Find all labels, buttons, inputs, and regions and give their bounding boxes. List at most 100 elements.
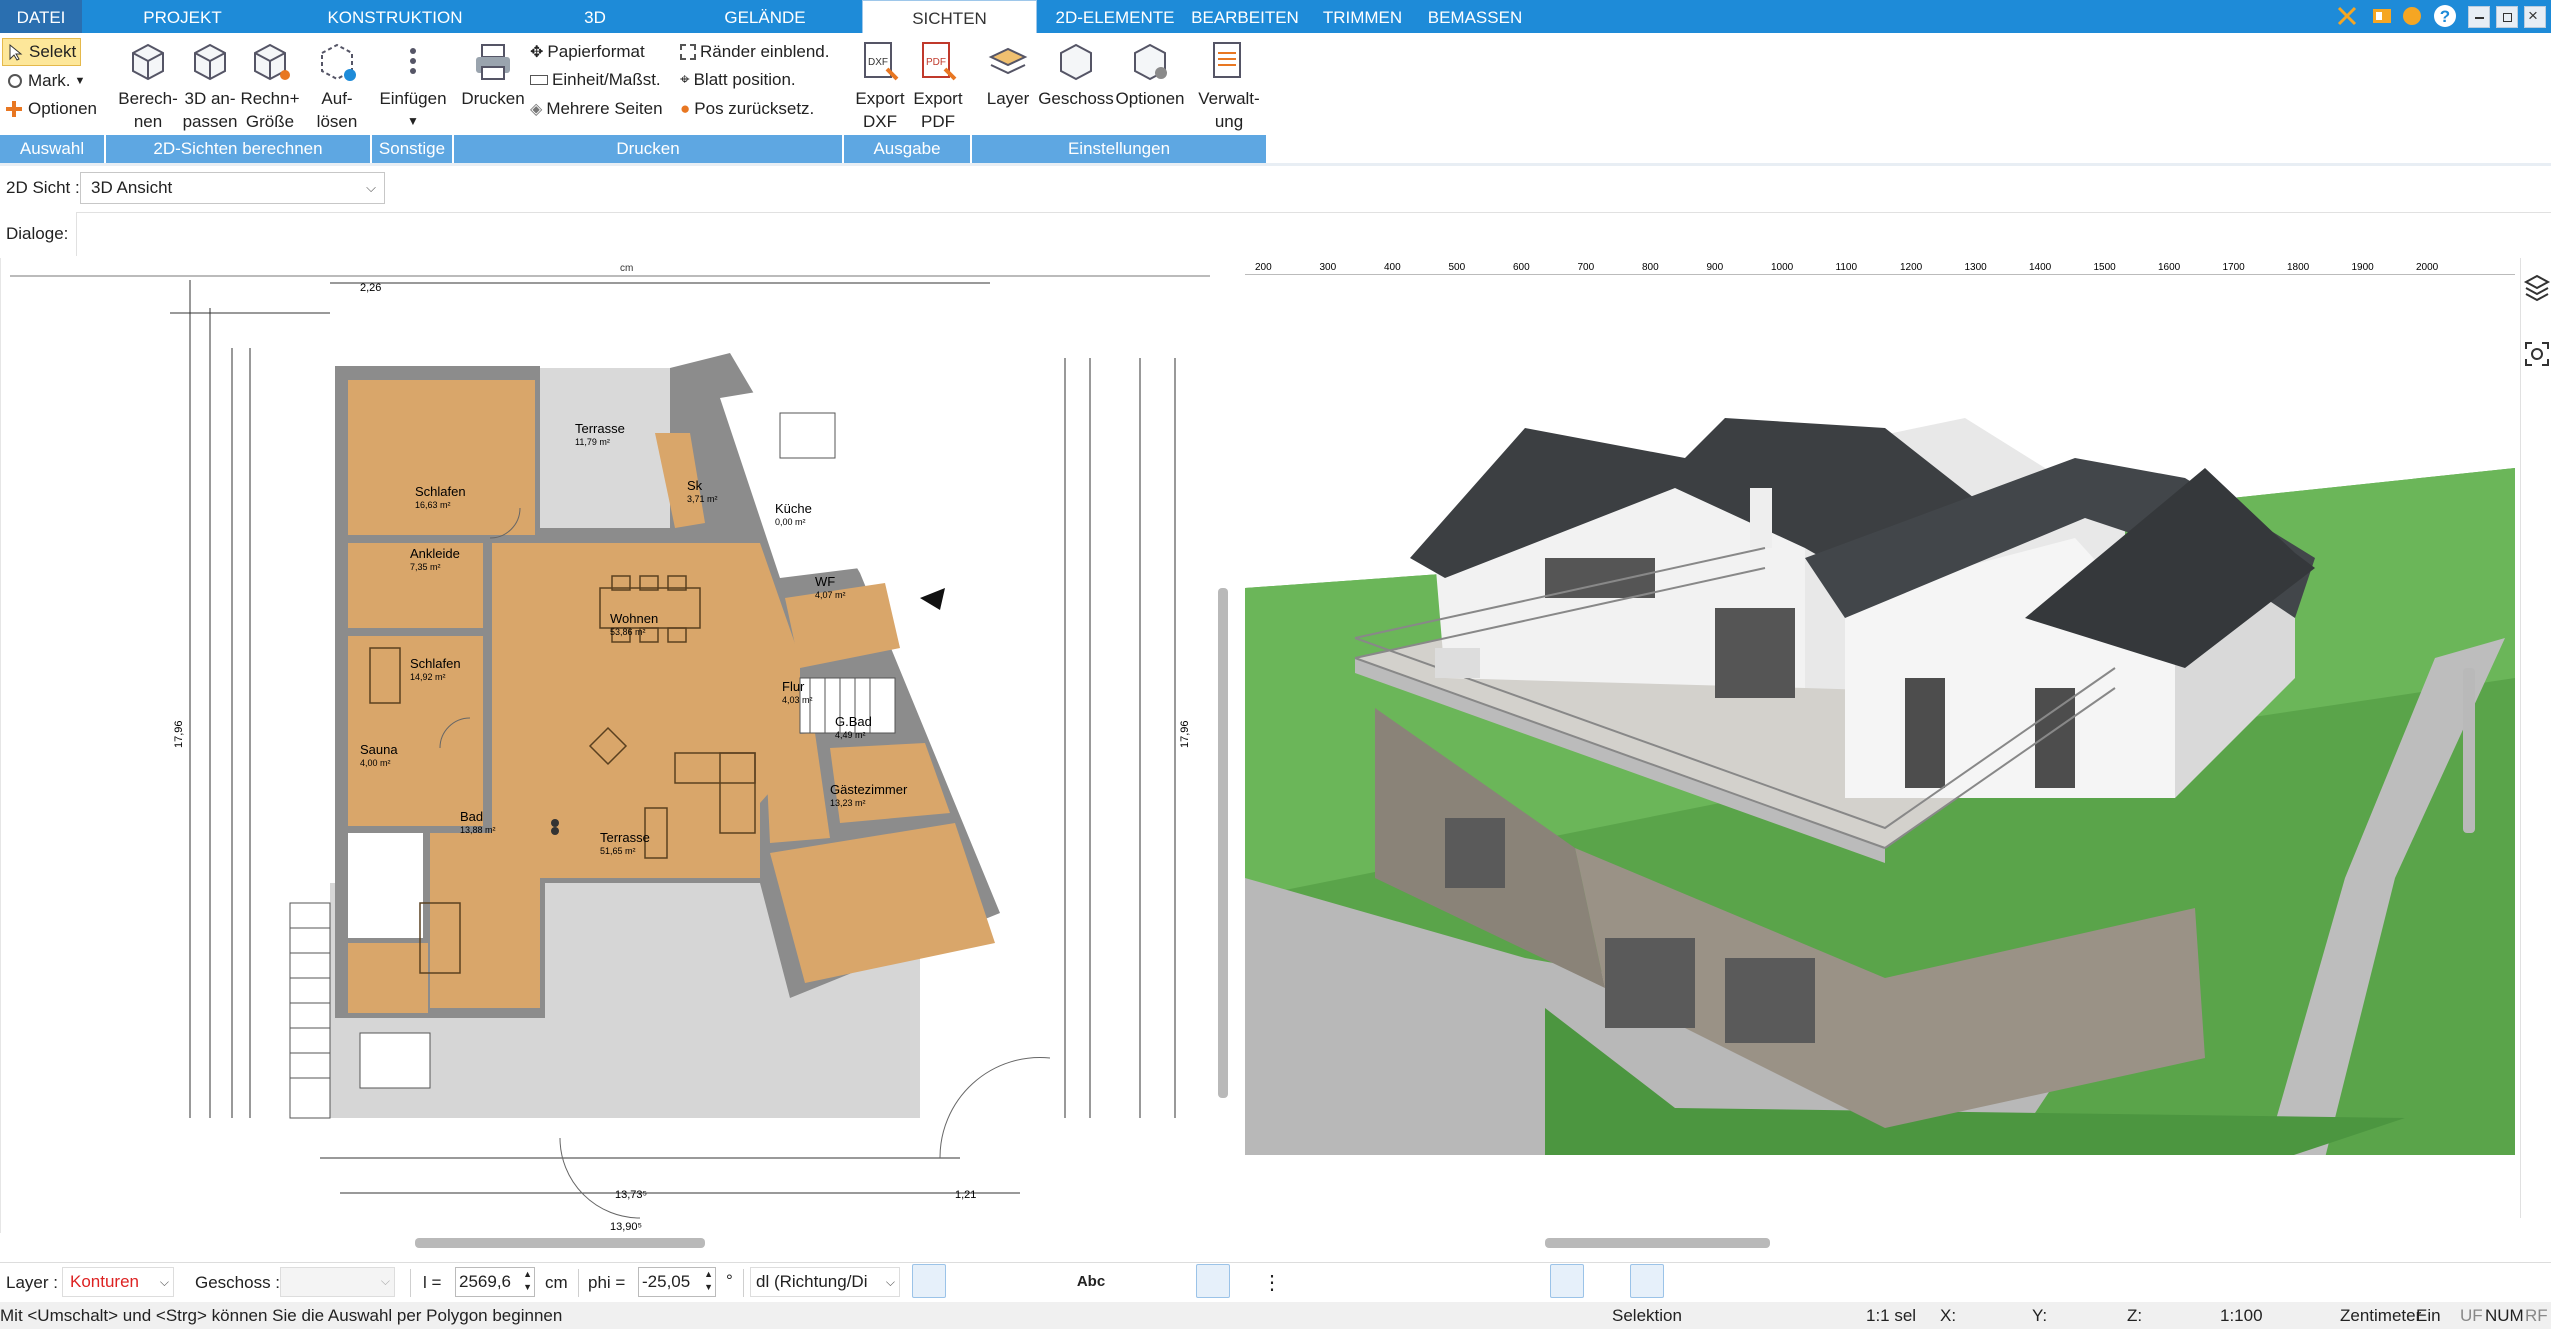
hatch-icon[interactable] [912,1264,946,1298]
group-sonstige: Sonstige [372,135,454,163]
tab-projekt[interactable]: PROJEKT [120,0,245,33]
dim-right-total: 17,96 [1179,720,1191,748]
blatt-position-button[interactable]: ⌖ Blatt position. [680,66,796,94]
view-front-icon[interactable] [1550,1264,1584,1298]
tab-2d-elemente[interactable]: 2D-ELEMENTE [1050,0,1180,33]
aufloesen-label-1: Auf- [321,89,353,108]
view-side-icon[interactable] [1590,1264,1624,1298]
paint-icon[interactable] [2400,4,2424,28]
berechnen-button[interactable]: Berech- nen [112,33,184,133]
export-pdf-button[interactable]: PDF Export PDF [910,33,966,133]
berechnen-label-2: nen [133,112,163,131]
minimize-button[interactable] [2468,6,2490,28]
plan-vscroll-thumb[interactable] [1218,588,1228,1098]
layer-button[interactable]: Layer [980,33,1036,110]
room-area-label: 4,03 m² [782,695,813,705]
tab-sichten[interactable]: SICHTEN [862,0,1037,34]
room-area-label: 11,79 m² [575,437,610,447]
spinner-icon[interactable]: ▲ ▼ [523,1268,532,1294]
3d-view[interactable]: 200 300 400 500 600 700 800 900 1000 1100 1200 1300… [1245,258,2520,1248]
view-scale-icon[interactable] [1910,1264,1944,1298]
3d-bottom-area [1245,1155,2515,1233]
papierformat-button[interactable]: ✥ Papierformat [530,38,645,66]
group-drucken: Drucken [454,135,844,163]
view-export-icon[interactable] [1950,1264,1984,1298]
view-center-icon[interactable] [1790,1264,1824,1298]
tab-bearbeiten[interactable]: BEARBEITEN [1190,0,1300,33]
3d-hscroll-thumb[interactable] [1545,1238,1770,1248]
room-name-label: Küche [775,501,812,516]
selekt-button[interactable]: Selekt [2,38,82,66]
room-area-label: 4,49 m² [835,730,866,740]
dl-select[interactable]: dl (Richtung/Di ⌵ [750,1267,900,1297]
room-area-label: 51,65 m² [600,846,636,856]
fill-icon[interactable] [952,1264,986,1298]
more-options-icon[interactable]: ⋮ [1258,1269,1286,1297]
line-style-icon[interactable] [1032,1264,1066,1298]
dimension-icon[interactable] [1116,1264,1150,1298]
line-weight-icon[interactable] [992,1264,1026,1298]
tab-bemassen[interactable]: BEMASSEN [1425,0,1525,33]
tab-3d[interactable]: 3D [560,0,630,33]
mark-icon [8,74,22,88]
geschoss-button[interactable]: Geschoss [1036,33,1116,110]
einfuegen-button[interactable]: Einfügen ▼ [376,33,450,133]
tab-trimmen[interactable]: TRIMMEN [1315,0,1410,33]
l-input[interactable]: 2569,6 ▲ ▼ [455,1267,535,1297]
rechnen-groesse-button[interactable]: Rechn+ Größe [238,33,302,133]
export-dxf-button[interactable]: DXF Export DXF [852,33,908,133]
tab-gelaende[interactable]: GELÄNDE [715,0,815,33]
verwaltung-button[interactable]: Verwalt- ung [1194,33,1264,133]
room-area-label: 4,00 m² [360,758,391,768]
spinner-icon[interactable]: ▲ ▼ [704,1268,713,1294]
drucken-button[interactable]: Drucken [458,33,528,110]
3d-vscroll-thumb[interactable] [2463,668,2475,833]
tab-datei[interactable]: DATEI [0,0,82,33]
layer-label: Layer [986,89,1030,108]
anpassen-button[interactable]: 3D an- passen [178,33,242,133]
einst-optionen-button[interactable]: Optionen [1112,33,1188,110]
room-name-label: Schlafen [415,484,466,499]
focus-frame-icon[interactable] [2523,340,2551,368]
room-area-label: 4,07 m² [815,590,846,600]
sicht2d-select[interactable]: 3D Ansicht ⌵ [80,172,385,204]
view-walk-icon[interactable] [1670,1264,1704,1298]
mark-label: Mark. [28,71,71,90]
pos-reset-button[interactable]: ● Pos zurücksetz. [680,95,814,123]
status-hint: Mit <Umschalt> und <Strg> können Sie die… [0,1306,563,1325]
phi-input[interactable]: -25,05 ▲ ▼ [638,1267,716,1297]
view-corner-icon[interactable] [1750,1264,1784,1298]
layers-panel-icon[interactable] [2523,272,2551,306]
optionen-button[interactable]: Optionen [4,95,97,123]
view-image-icon[interactable] [1710,1264,1744,1298]
einheit-button[interactable]: Einheit/Maßst. [530,66,661,94]
view-light-icon[interactable] [1830,1264,1864,1298]
dialoge-label: Dialoge: [6,224,69,243]
aufloesen-button[interactable]: Auf- lösen [306,33,368,133]
plan-hscroll-thumb[interactable] [415,1238,705,1248]
aufloesen-label-2: lösen [316,112,358,131]
layer-select[interactable]: Konturen ⌵ [62,1267,174,1297]
floor-plan-view[interactable]: cm Terrasse 11,79 m² Schlafen 16,63 m² Sk 3,7… [0,258,1228,1248]
text-style-icon[interactable]: Abc [1072,1264,1110,1298]
ruler-tick-label: 1300 [1965,262,1988,273]
raender-button[interactable]: Ränder einblend. [680,38,829,66]
restore-button[interactable] [2496,6,2518,28]
help-icon[interactable]: ? [2432,3,2458,29]
pointer-icon [9,43,23,61]
mehrere-seiten-button[interactable]: ◈ Mehrere Seiten [530,95,663,123]
close-button[interactable]: × [2524,6,2546,28]
tab-konstruktion[interactable]: KONSTRUKTION [315,0,475,33]
mark-button[interactable]: Mark. ▼ [6,67,85,95]
view-raster-icon[interactable] [1870,1264,1904,1298]
geschoss-select[interactable]: ⌵ [280,1267,395,1297]
berechnen-label-1: Berech- [118,89,178,108]
view-grid-icon[interactable] [1630,1264,1664,1298]
status-unit: Zentimeter [2340,1306,2422,1325]
tools-icon[interactable] [2335,4,2359,28]
select-frame-icon[interactable] [1196,1264,1230,1298]
layout-icon[interactable] [2370,4,2394,28]
dim-bottom-2: 13,90⁵ [610,1221,642,1233]
frame-icon[interactable] [1156,1264,1190,1298]
room-area-label: 14,92 m² [410,672,446,682]
